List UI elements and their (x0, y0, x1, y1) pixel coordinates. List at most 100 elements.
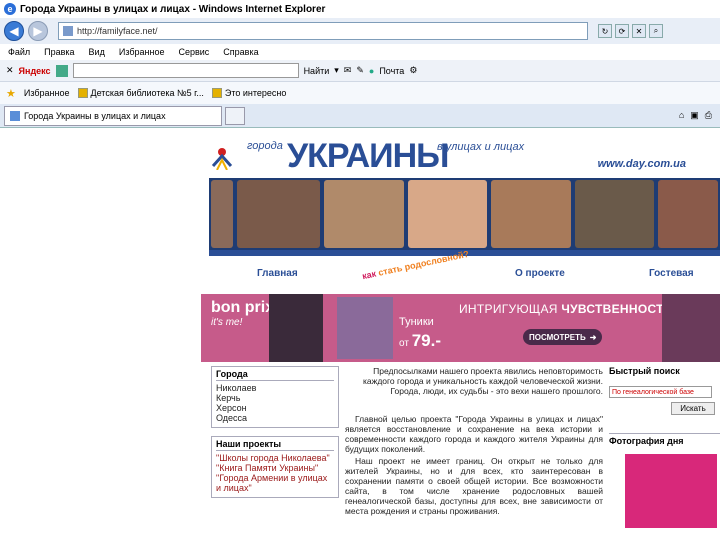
quick-search-title: Быстрый поиск (609, 366, 680, 376)
city-link[interactable]: Одесса (216, 413, 334, 423)
search-scope-select[interactable]: По генеалогической базе (609, 386, 712, 398)
address-toolbar: ◀ ▶ http://familyface.net/ ↻ ⟳ ✕ ⌕ (0, 18, 720, 44)
yandex-mail-link[interactable]: Почта (379, 66, 404, 76)
tab-label: Города Украины в улицах и лицах (24, 110, 166, 121)
project-paragraph: Наш проект не имеет границ. Он открыт не… (345, 456, 603, 516)
photo-of-day-image[interactable] (625, 454, 717, 528)
portrait-photo (574, 180, 655, 248)
photo-of-day-title: Фотография дня (609, 433, 720, 446)
ie-logo-icon: e (4, 3, 16, 15)
portrait-photo (211, 180, 233, 248)
cities-box: Города Николаев Керчь Херсон Одесса (211, 366, 339, 428)
stop-icon[interactable]: ✕ (632, 24, 646, 38)
city-link[interactable]: Керчь (216, 393, 334, 403)
favorites-star-icon[interactable]: ★ (6, 87, 16, 100)
address-url: http://familyface.net/ (77, 26, 158, 36)
tab-active[interactable]: Города Украины в улицах и лицах (4, 105, 222, 126)
left-column: Города Николаев Керчь Херсон Одесса Наши… (211, 366, 339, 506)
favorites-bar: ★ Избранное Детская библиотека №5 г... Э… (0, 82, 720, 104)
faces-strip (209, 178, 720, 250)
nav-home-link[interactable]: Главная (257, 268, 298, 279)
header-gorod: города (247, 140, 283, 152)
refresh-icon[interactable]: ⟳ (615, 24, 629, 38)
projects-box: Наши проекты "Школы города Николаева" "К… (211, 436, 339, 498)
yandex-logo-icon (55, 64, 68, 77)
banner-item: Туники (399, 316, 434, 328)
projects-title: Наши проекты (216, 439, 334, 451)
menu-item-file[interactable]: Файл (8, 47, 30, 57)
menu-item-help[interactable]: Справка (223, 47, 258, 57)
favorite-link-label: Это интересно (224, 88, 287, 98)
header-url: www.day.com.ua (597, 158, 686, 170)
menu-item-view[interactable]: Вид (89, 47, 105, 57)
favorite-link[interactable]: Это интересно (211, 88, 287, 98)
ad-banner[interactable]: bon prix it's me! ИНТРИГУЮЩАЯ ЧУВСТВЕННО… (201, 294, 720, 362)
banner-brand: bon prix (211, 299, 275, 316)
portrait-photo (236, 180, 321, 248)
chat-icon[interactable]: ✉ (344, 65, 352, 76)
yandex-toolbar: ✕ Яндекс Найти ▾ ✉ ✎ ● Почта ⚙ (0, 60, 720, 82)
page-icon (10, 110, 20, 121)
site-header: города УКРАИНЫ в улицах и лицах www.day.… (209, 138, 720, 180)
highlight-icon[interactable]: ✎ (356, 65, 364, 76)
go-icon[interactable]: ↻ (598, 24, 612, 38)
banner-dress-image (337, 297, 393, 359)
nav-how-label: как (361, 268, 377, 282)
yandex-find-button[interactable]: Найти (304, 66, 330, 76)
tab-bar: Города Украины в улицах и лицах ⌂ ▣ ⎙ (0, 104, 720, 128)
banner-price: от 79.- (399, 331, 441, 351)
banner-cta-label: ПОСМОТРЕТЬ (529, 332, 586, 342)
yandex-brand[interactable]: Яндекс (19, 66, 51, 76)
search-button[interactable]: Искать (671, 402, 715, 415)
portrait-photo (491, 180, 571, 248)
address-input[interactable]: http://familyface.net/ (58, 22, 588, 40)
home-icon[interactable]: ⌂ (679, 110, 684, 121)
site-root: города УКРАИНЫ в улицах и лицах www.day.… (201, 128, 720, 540)
banner-headline-a: ИНТРИГУЮЩАЯ (459, 302, 558, 316)
window-title: Города Украины в улицах и лицах - Window… (20, 3, 326, 15)
banner-headline-b: ЧУВСТВЕННОСТЬ (561, 302, 673, 316)
folder-icon (211, 88, 222, 98)
back-button[interactable]: ◀ (4, 21, 24, 41)
dropdown-icon[interactable]: ▾ (334, 65, 339, 76)
banner-headline: ИНТРИГУЮЩАЯ ЧУВСТВЕННОСТЬ (459, 302, 673, 316)
yandex-search-input[interactable] (72, 63, 299, 78)
goal-paragraph: Главной целью проекта "Города Украины в … (345, 414, 603, 454)
menu-item-edit[interactable]: Правка (44, 47, 74, 57)
close-toolbar-icon[interactable]: ✕ (6, 65, 14, 76)
forward-button[interactable]: ▶ (28, 21, 48, 41)
window-titlebar: e Города Украины в улицах и лицах - Wind… (0, 0, 720, 18)
favorite-link-label: Детская библиотека №5 г... (90, 88, 204, 98)
city-link[interactable]: Николаев (216, 383, 334, 393)
nav-guestbook-link[interactable]: Гостевая (649, 268, 694, 279)
intro-paragraph: Предпосылками нашего проекта явились неп… (363, 366, 603, 396)
banner-brand-tag: it's me! (211, 317, 243, 328)
gear-icon[interactable]: ⚙ (409, 65, 417, 76)
banner-price-value: 79.- (411, 331, 441, 350)
banner-price-from: от (399, 338, 409, 349)
banner-cta-button[interactable]: ПОСМОТРЕТЬ ➜ (523, 329, 603, 345)
main-text: Предпосылками нашего проекта явились неп… (345, 366, 603, 518)
search-provider-icon[interactable]: ⌕ (649, 24, 663, 38)
page-icon (63, 26, 73, 36)
project-link[interactable]: "Книга Памяти Украины" (216, 463, 334, 473)
site-nav: Главная как стать родословной? О проекте… (209, 249, 720, 286)
new-tab-button[interactable] (225, 106, 245, 125)
right-column: Быстрый поиск По генеалогической базе Ис… (609, 366, 720, 528)
folder-icon (77, 88, 88, 98)
favorite-link[interactable]: Детская библиотека №5 г... (77, 88, 204, 98)
project-link[interactable]: "Школы города Николаева" (216, 453, 334, 463)
menu-item-favorites[interactable]: Избранное (119, 47, 165, 57)
header-ukraine: УКРАИНЫ (287, 137, 449, 175)
mail-icon[interactable]: ● (369, 66, 374, 76)
banner-model-image (269, 294, 323, 362)
portrait-photo (407, 180, 488, 248)
menu-item-tools[interactable]: Сервис (178, 47, 209, 57)
print-icon[interactable]: ⎙ (705, 110, 712, 121)
city-link[interactable]: Херсон (216, 403, 334, 413)
nav-about-link[interactable]: О проекте (515, 268, 565, 279)
favorites-button[interactable]: Избранное (24, 88, 70, 98)
feeds-icon[interactable]: ▣ (690, 110, 699, 121)
project-link[interactable]: "Города Армении в улицах и лицах" (216, 473, 334, 493)
arrow-right-icon: ➜ (589, 332, 597, 342)
